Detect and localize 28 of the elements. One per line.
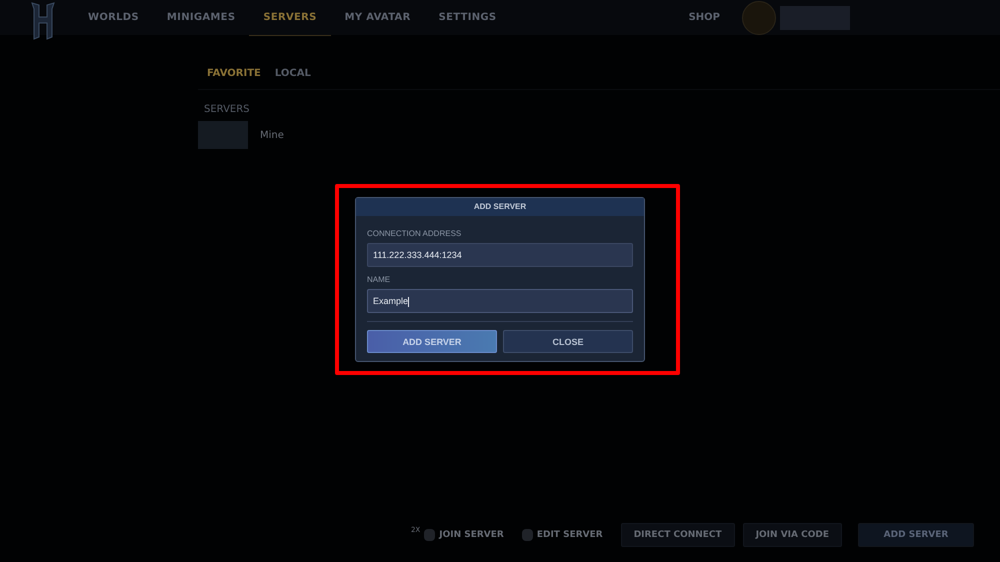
action-button[interactable]: JOIN VIA CODE	[742, 523, 842, 547]
input-field[interactable]: 111.222.333.444:1234	[367, 243, 633, 267]
input-field[interactable]: Example	[367, 289, 633, 313]
nav-tab[interactable]: MINIGAMES	[152, 0, 250, 34]
photo-placeholder	[198, 121, 248, 149]
field-label: NAME	[367, 275, 392, 284]
profile-bar[interactable]	[780, 6, 850, 30]
avatar-icon[interactable]	[742, 0, 776, 34]
dialog-title: ADD SERVER	[356, 198, 644, 216]
nav-tab[interactable]: WORLDS	[74, 0, 153, 34]
close-button[interactable]: CLOSE	[503, 330, 633, 353]
mouse-icon	[522, 529, 533, 541]
action-label[interactable]: EDIT SERVER	[536, 530, 603, 540]
mouse-icon	[424, 529, 436, 541]
action-label[interactable]: JOIN SERVER	[439, 530, 504, 540]
nav-tab[interactable]: SETTINGS	[424, 0, 510, 34]
action-button[interactable]: ADD SERVER	[858, 523, 974, 547]
logo-icon[interactable]	[30, 0, 56, 40]
section-label: SERVERS	[204, 104, 251, 115]
field-label: CONNECTION ADDRESS	[367, 229, 462, 238]
nav-tab[interactable]: MY AVATAR	[330, 0, 425, 34]
shop-link[interactable]: SHOP	[688, 12, 720, 23]
server-name[interactable]: Mine	[260, 130, 284, 140]
add-server-button[interactable]: ADD SERVER	[367, 330, 497, 353]
tab[interactable]: FAVORITE	[207, 66, 261, 81]
action-button[interactable]: DIRECT CONNECT	[620, 523, 735, 547]
nav-tab[interactable]: SERVERS	[249, 0, 331, 36]
tab[interactable]: LOCAL	[274, 66, 311, 81]
